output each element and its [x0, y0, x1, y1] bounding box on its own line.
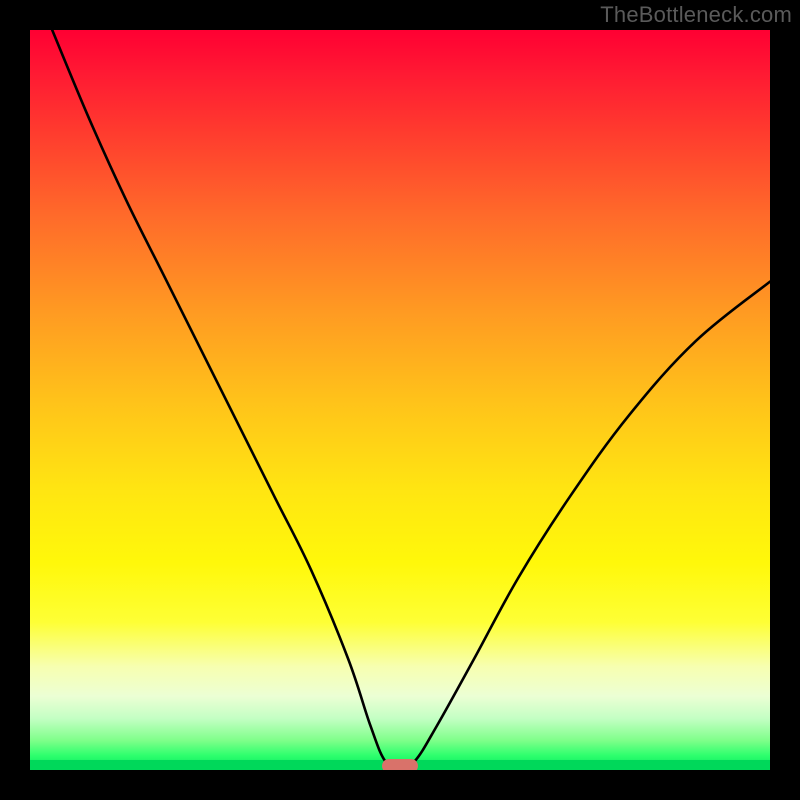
plot-area [30, 30, 770, 770]
bottleneck-curve [52, 30, 770, 767]
curve-svg [30, 30, 770, 770]
optimal-point-marker [382, 759, 418, 770]
chart-frame: TheBottleneck.com [0, 0, 800, 800]
watermark-label: TheBottleneck.com [600, 2, 792, 28]
